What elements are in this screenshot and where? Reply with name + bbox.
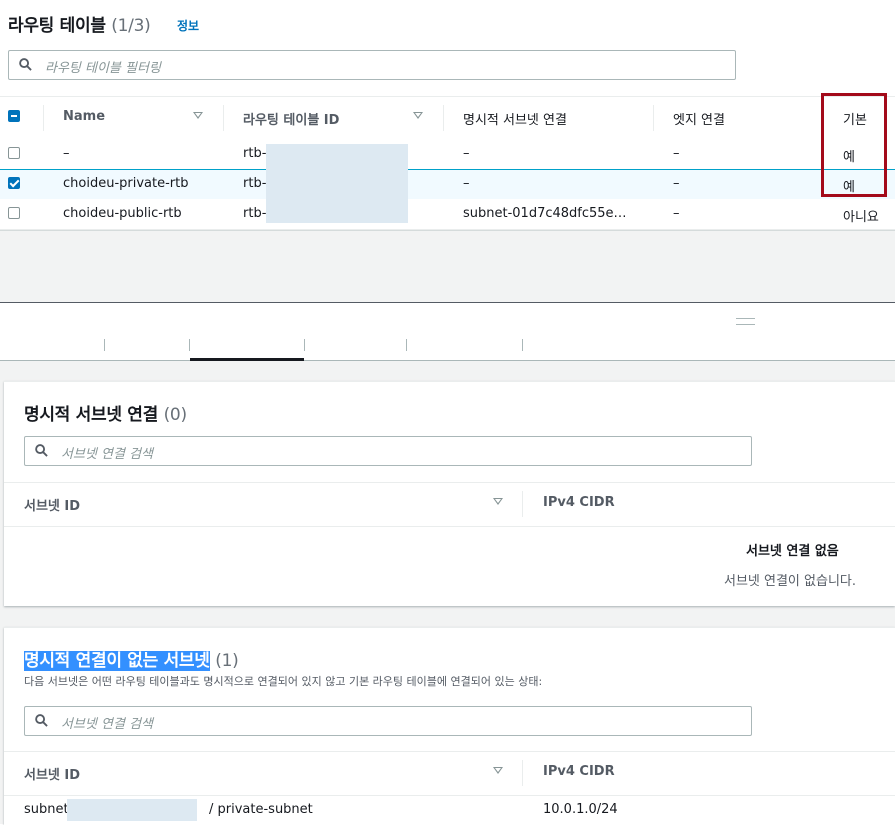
empty-state-title: 서브넷 연결 없음 — [746, 544, 839, 559]
col-route-table-id[interactable]: 라우팅 테이블 ID — [243, 109, 339, 128]
search-icon — [35, 444, 48, 457]
empty-state-desc: 서브넷 연결이 없습니다. — [724, 574, 856, 589]
subnet-id-link[interactable]: subnet — [24, 802, 69, 817]
subnet-table-header: 서브넷 ID IPv4 CIDR — [4, 751, 895, 796]
sort-icon[interactable] — [193, 112, 203, 119]
empty-area — [0, 230, 895, 303]
table-row[interactable]: choideu-public-rtb rtb- subnet-01d7c48df… — [0, 199, 895, 230]
search-icon — [19, 58, 32, 71]
detail-tabs — [0, 303, 895, 361]
col-name[interactable]: Name — [63, 109, 105, 124]
route-tables-title-text: 라우팅 테이블 — [8, 16, 106, 36]
panel-title-text: 명시적 연결이 없는 서브넷 — [24, 651, 210, 671]
route-table-header: Name 라우팅 테이블 ID 명시적 서브넷 연결 엣지 연결 기본 — [0, 96, 895, 140]
row-checkbox[interactable] — [8, 147, 20, 159]
search-icon — [35, 714, 48, 727]
route-tables-count: (1/3) — [111, 16, 151, 36]
subnet-search-input[interactable]: 서브넷 연결 검색 — [24, 706, 752, 736]
row-name: – — [63, 146, 70, 161]
row-edge: – — [673, 176, 680, 191]
table-row[interactable]: – rtb- – – 예 — [0, 139, 895, 170]
row-main: 아니요 — [843, 210, 879, 225]
sort-icon[interactable] — [493, 767, 503, 774]
row-subnet-link[interactable]: subnet-01d7c48dfc55e… — [463, 206, 627, 221]
row-edge: – — [673, 146, 680, 161]
route-table-filter-input[interactable]: 라우팅 테이블 필터링 — [8, 50, 736, 80]
row-name: choideu-private-rtb — [63, 176, 189, 191]
info-link[interactable]: 정보 — [177, 17, 199, 34]
redacted-ids — [266, 144, 408, 223]
col-edge[interactable]: 엣지 연결 — [673, 109, 725, 128]
col-explicit-subnet[interactable]: 명시적 서브넷 연결 — [463, 109, 567, 128]
table-row: subnet / private-subnet 10.0.1.0/24 — [4, 795, 895, 825]
split-divider[interactable] — [0, 302, 895, 303]
panel-count: (1) — [215, 651, 239, 671]
row-edge: – — [673, 206, 680, 221]
panel-title-text: 명시적 서브넷 연결 — [24, 405, 158, 425]
highlight-box — [821, 93, 887, 197]
subnet-name-link[interactable]: / private-subnet — [209, 802, 313, 817]
search-placeholder: 서브넷 연결 검색 — [61, 717, 153, 732]
row-subnet: – — [463, 176, 470, 191]
redacted-subnet-id — [67, 799, 197, 821]
panel-title: 명시적 연결이 없는 서브넷 (1) — [24, 646, 239, 671]
row-name: choideu-public-rtb — [63, 206, 182, 221]
subnet-table-header: 서브넷 ID IPv4 CIDR — [4, 482, 895, 527]
select-all-checkbox[interactable] — [8, 110, 20, 122]
implicit-subnet-panel: 명시적 연결이 없는 서브넷 (1) 다음 서브넷은 어떤 라우팅 테이블과도 … — [4, 627, 895, 825]
filter-placeholder: 라우팅 테이블 필터링 — [45, 61, 161, 76]
row-subnet: – — [463, 146, 470, 161]
route-tables-title: 라우팅 테이블 (1/3) — [8, 11, 151, 36]
row-checkbox-checked[interactable] — [8, 177, 20, 189]
sort-icon[interactable] — [493, 498, 503, 505]
col-subnet-id[interactable]: 서브넷 ID — [24, 764, 80, 783]
row-rtb-id[interactable]: rtb- — [243, 176, 266, 191]
subnet-search-input[interactable]: 서브넷 연결 검색 — [24, 436, 752, 466]
explicit-subnet-panel: 명시적 서브넷 연결 (0) 서브넷 연결 검색 서브넷 ID IPv4 CID… — [4, 381, 895, 606]
panel-count: (0) — [163, 405, 187, 425]
sort-icon[interactable] — [413, 112, 423, 119]
table-row-selected[interactable]: choideu-private-rtb rtb- – – 예 — [0, 169, 895, 200]
row-checkbox[interactable] — [8, 207, 20, 219]
row-rtb-id[interactable]: rtb- — [243, 146, 266, 161]
search-placeholder: 서브넷 연결 검색 — [61, 447, 153, 462]
col-subnet-id[interactable]: 서브넷 ID — [24, 495, 80, 514]
row-rtb-id[interactable]: rtb- — [243, 206, 266, 221]
subnet-cidr: 10.0.1.0/24 — [543, 802, 618, 817]
panel-title: 명시적 서브넷 연결 (0) — [24, 400, 187, 425]
drag-handle-icon[interactable] — [736, 318, 755, 325]
col-ipv4-cidr[interactable]: IPv4 CIDR — [543, 495, 615, 510]
col-ipv4-cidr[interactable]: IPv4 CIDR — [543, 764, 615, 779]
panel-description: 다음 서브넷은 어떤 라우팅 테이블과도 명시적으로 연결되어 있지 않고 기본… — [24, 675, 543, 688]
